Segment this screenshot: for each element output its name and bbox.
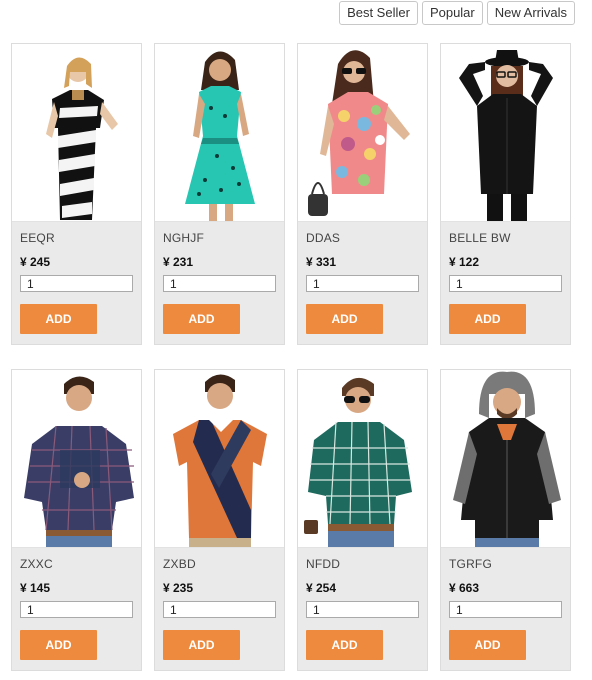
quantity-input[interactable] xyxy=(449,601,562,618)
quantity-input[interactable] xyxy=(306,601,419,618)
quantity-input[interactable] xyxy=(163,275,276,292)
product-price: ¥ 235 xyxy=(163,581,194,595)
quantity-input[interactable] xyxy=(20,601,133,618)
add-to-cart-button[interactable]: ADD xyxy=(163,630,240,660)
product-image[interactable] xyxy=(155,44,284,222)
add-to-cart-button[interactable]: ADD xyxy=(306,304,383,334)
product-image[interactable] xyxy=(441,44,570,222)
product-price: ¥ 245 xyxy=(20,255,51,269)
product-price: ¥ 254 xyxy=(306,581,337,595)
product-card: ZXXC ¥ 145 ADD xyxy=(11,369,142,671)
product-price: ¥ 663 xyxy=(449,581,480,595)
quantity-input[interactable] xyxy=(449,275,562,292)
product-image[interactable] xyxy=(12,370,141,548)
add-to-cart-button[interactable]: ADD xyxy=(306,630,383,660)
sort-bar: Best Seller Popular New Arrivals xyxy=(339,1,575,25)
quantity-input[interactable] xyxy=(163,601,276,618)
product-price: ¥ 231 xyxy=(163,255,194,269)
product-name: TGRFG xyxy=(449,557,492,571)
add-to-cart-button[interactable]: ADD xyxy=(20,304,97,334)
quantity-input[interactable] xyxy=(306,275,419,292)
product-image[interactable] xyxy=(298,370,427,548)
product-image[interactable] xyxy=(12,44,141,222)
product-name: DDAS xyxy=(306,231,341,245)
popular-button[interactable]: Popular xyxy=(421,1,483,25)
product-image[interactable] xyxy=(298,44,427,222)
add-to-cart-button[interactable]: ADD xyxy=(449,630,526,660)
product-price: ¥ 145 xyxy=(20,581,51,595)
product-card: NGHJF ¥ 231 ADD xyxy=(154,43,285,345)
product-card: EEQR ¥ 245 ADD xyxy=(11,43,142,345)
product-card: ZXBD ¥ 235 ADD xyxy=(154,369,285,671)
product-name: NFDD xyxy=(306,557,341,571)
product-name: ZXXC xyxy=(20,557,53,571)
add-to-cart-button[interactable]: ADD xyxy=(163,304,240,334)
product-name: NGHJF xyxy=(163,231,204,245)
product-card: DDAS ¥ 331 ADD xyxy=(297,43,428,345)
product-card: NFDD ¥ 254 ADD xyxy=(297,369,428,671)
product-name: ZXBD xyxy=(163,557,196,571)
new-arrivals-button[interactable]: New Arrivals xyxy=(486,1,575,25)
quantity-input[interactable] xyxy=(20,275,133,292)
product-price: ¥ 122 xyxy=(449,255,480,269)
product-name: EEQR xyxy=(20,231,55,245)
product-image[interactable] xyxy=(155,370,284,548)
product-image[interactable] xyxy=(441,370,570,548)
product-grid: EEQR ¥ 245 ADD xyxy=(11,43,571,671)
product-card: BELLE BW ¥ 122 ADD xyxy=(440,43,571,345)
add-to-cart-button[interactable]: ADD xyxy=(449,304,526,334)
product-price: ¥ 331 xyxy=(306,255,337,269)
product-listing-page: Best Seller Popular New Arrivals EEQR ¥ … xyxy=(0,0,592,680)
product-name: BELLE BW xyxy=(449,231,511,245)
product-card: TGRFG ¥ 663 ADD xyxy=(440,369,571,671)
best-seller-button[interactable]: Best Seller xyxy=(339,1,418,25)
add-to-cart-button[interactable]: ADD xyxy=(20,630,97,660)
